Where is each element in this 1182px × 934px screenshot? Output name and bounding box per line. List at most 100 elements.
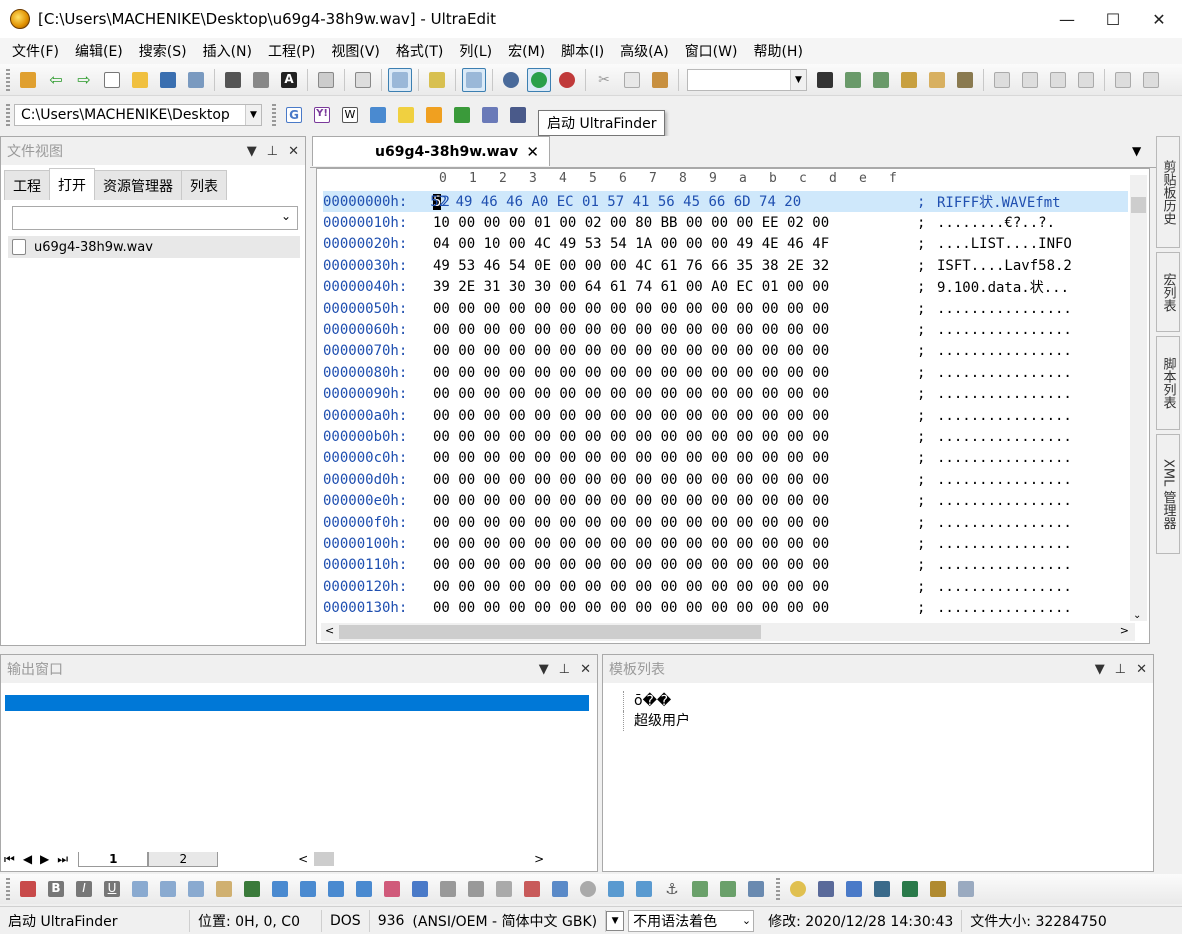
find-next-icon[interactable] (869, 68, 893, 92)
hex-ascii[interactable]: ................ (937, 536, 1117, 552)
word-wrap-icon[interactable] (314, 68, 338, 92)
hex-row[interactable]: 00000100h: 00 00 00 00 00 00 00 00 00 00 … (323, 533, 1128, 554)
hex-bytes[interactable]: 00 00 00 00 00 00 00 00 00 00 00 00 00 0… (433, 515, 917, 531)
html-tag-icon[interactable] (184, 877, 208, 901)
hex-row[interactable]: 00000070h: 00 00 00 00 00 00 00 00 00 00 … (323, 341, 1128, 362)
hex-bytes[interactable]: 00 00 00 00 00 00 00 00 00 00 00 00 00 0… (433, 472, 917, 488)
toolbar-grip[interactable] (776, 878, 780, 900)
tab-project[interactable]: 工程 (4, 170, 50, 200)
document-view-icon[interactable] (462, 67, 486, 92)
hex-row[interactable]: 00000010h: 10 00 00 00 01 00 02 00 80 BB … (323, 212, 1128, 233)
hex-row[interactable]: 00000120h: 00 00 00 00 00 00 00 00 00 00 … (323, 576, 1128, 597)
close-tab-icon[interactable]: ✕ (526, 143, 539, 161)
tips-icon[interactable] (394, 103, 418, 127)
hex-row[interactable]: 000000f0h: 00 00 00 00 00 00 00 00 00 00 … (323, 512, 1128, 533)
hex-mode-icon[interactable] (388, 67, 412, 92)
chevron-down-icon[interactable]: ▼ (790, 69, 806, 90)
line-numbers-icon[interactable] (351, 68, 375, 92)
forward-arrow-icon[interactable]: ⇨ (72, 68, 96, 92)
save-all-icon[interactable] (184, 68, 208, 92)
toolbar-grip[interactable] (6, 878, 10, 900)
html-tag-icon[interactable] (436, 877, 460, 901)
chevron-down-icon[interactable]: ▼ (245, 105, 261, 125)
tab-list-chevron-icon[interactable]: ▼ (1132, 144, 1141, 158)
html-tag-icon[interactable] (212, 877, 236, 901)
find-icon[interactable] (813, 68, 837, 92)
compare-icon[interactable] (506, 103, 530, 127)
html-tag-icon[interactable] (604, 877, 628, 901)
document-tab[interactable]: u69g4-38h9w.wav ✕ (312, 136, 550, 166)
align-left-icon[interactable] (990, 68, 1014, 92)
menu-format[interactable]: 格式(T) (388, 41, 451, 61)
close-icon[interactable]: ✕ (580, 662, 591, 677)
html-tag-icon[interactable] (464, 877, 488, 901)
panel-menu-icon[interactable]: ▼ (1095, 662, 1105, 677)
hex-ascii[interactable]: ................ (937, 343, 1117, 359)
encoding-dropdown-icon[interactable]: ▼ (606, 910, 625, 931)
php-icon[interactable] (478, 103, 502, 127)
cut-icon[interactable]: ✂ (592, 68, 616, 92)
hex-row[interactable]: 00000130h: 00 00 00 00 00 00 00 00 00 00 … (323, 597, 1128, 618)
toolbar-grip[interactable] (6, 104, 10, 126)
web-search-icon[interactable] (366, 103, 390, 127)
copy-icon[interactable] (620, 68, 644, 92)
status-encoding[interactable]: (ANSI/OEM - 简体中文 GBK) (408, 909, 607, 932)
syntax-highlighting-combo[interactable]: 不用语法着色 ⌄ (628, 909, 755, 932)
hex-row[interactable]: 00000030h: 49 53 46 54 0E 00 00 00 4C 61 … (323, 255, 1128, 276)
template-tree-item[interactable]: 超级用户 (623, 711, 690, 731)
horizontal-scrollbar[interactable]: < > (321, 623, 1135, 641)
align-center-icon[interactable] (1018, 68, 1042, 92)
hex-row[interactable]: 00000000h: 52 52 49 46 46 A0 EC 01 57 41… (323, 191, 1128, 213)
ultraedit-app-icon[interactable] (10, 9, 30, 29)
bold-icon[interactable]: B (44, 877, 68, 901)
ultrafinder-launch-icon[interactable] (527, 67, 551, 92)
panel-menu-icon[interactable]: ▼ (247, 144, 257, 159)
hex-row[interactable]: 00000040h: 39 2E 31 30 30 00 64 61 74 61 … (323, 277, 1128, 298)
menu-file[interactable]: 文件(F) (4, 41, 67, 61)
hex-bytes[interactable]: 00 00 00 00 00 00 00 00 00 00 00 00 00 0… (433, 408, 917, 424)
hex-row[interactable]: 00000050h: 00 00 00 00 00 00 00 00 00 00 … (323, 298, 1128, 319)
hex-ascii[interactable]: ....LIST....INFO (937, 236, 1117, 252)
hex-bytes[interactable]: 00 00 00 00 00 00 00 00 00 00 00 00 00 0… (433, 429, 917, 445)
magic-wand-icon[interactable] (926, 877, 950, 901)
html-tag-icon[interactable] (842, 877, 866, 901)
hex-ascii[interactable]: ................ (937, 579, 1117, 595)
hex-ascii[interactable]: ................ (937, 365, 1117, 381)
html-tag-icon[interactable] (240, 877, 264, 901)
html-tag-icon[interactable] (408, 877, 432, 901)
underline-icon[interactable]: U (100, 877, 124, 901)
scroll-left-icon[interactable]: < (298, 852, 308, 866)
hex-row[interactable]: 000000e0h: 00 00 00 00 00 00 00 00 00 00 … (323, 490, 1128, 511)
browser-preview-icon[interactable] (786, 877, 810, 901)
scroll-thumb[interactable] (339, 625, 761, 639)
save-icon[interactable] (156, 68, 180, 92)
hex-ascii[interactable]: RIFFF状.WAVEfmt (937, 192, 1117, 212)
checkbox-tag-icon[interactable] (548, 877, 572, 901)
hex-ascii[interactable]: ................ (937, 429, 1117, 445)
menu-edit[interactable]: 编辑(E) (67, 41, 131, 61)
sheet-tab-1[interactable]: 1 (78, 851, 149, 867)
hex-ascii[interactable]: ................ (937, 557, 1117, 573)
italic-icon[interactable]: I (72, 877, 96, 901)
hex-row[interactable]: 000000c0h: 00 00 00 00 00 00 00 00 00 00 … (323, 448, 1128, 469)
hex-bytes[interactable]: 00 00 00 00 00 00 00 00 00 00 00 00 00 0… (433, 365, 917, 381)
split-window-icon[interactable] (1111, 68, 1135, 92)
close-button[interactable]: ✕ (1136, 0, 1182, 38)
html-tag-icon[interactable] (898, 877, 922, 901)
column-mode-icon[interactable] (425, 68, 449, 92)
menu-project[interactable]: 工程(P) (260, 41, 323, 61)
hex-ascii[interactable]: ........€?..?. (937, 215, 1117, 231)
ftp-icon[interactable] (450, 103, 474, 127)
html-tag-icon[interactable] (352, 877, 376, 901)
tab-open[interactable]: 打开 (49, 168, 95, 200)
vertical-scrollbar[interactable]: ⌄ (1130, 175, 1147, 621)
hex-bytes[interactable]: 00 00 00 00 00 00 00 00 00 00 00 00 00 0… (433, 536, 917, 552)
status-line-ending[interactable]: DOS (322, 909, 370, 932)
print-icon[interactable] (221, 68, 245, 92)
html-tag-icon[interactable] (156, 877, 180, 901)
hex-bytes[interactable]: 49 53 46 54 0E 00 00 00 4C 61 76 66 35 3… (433, 258, 917, 274)
radio-tag-icon[interactable] (576, 877, 600, 901)
hex-bytes[interactable]: 52 52 49 46 46 A0 EC 01 57 41 56 45 66 6… (430, 193, 917, 210)
hex-ascii[interactable]: ................ (937, 322, 1117, 338)
menu-macro[interactable]: 宏(M) (500, 41, 553, 61)
